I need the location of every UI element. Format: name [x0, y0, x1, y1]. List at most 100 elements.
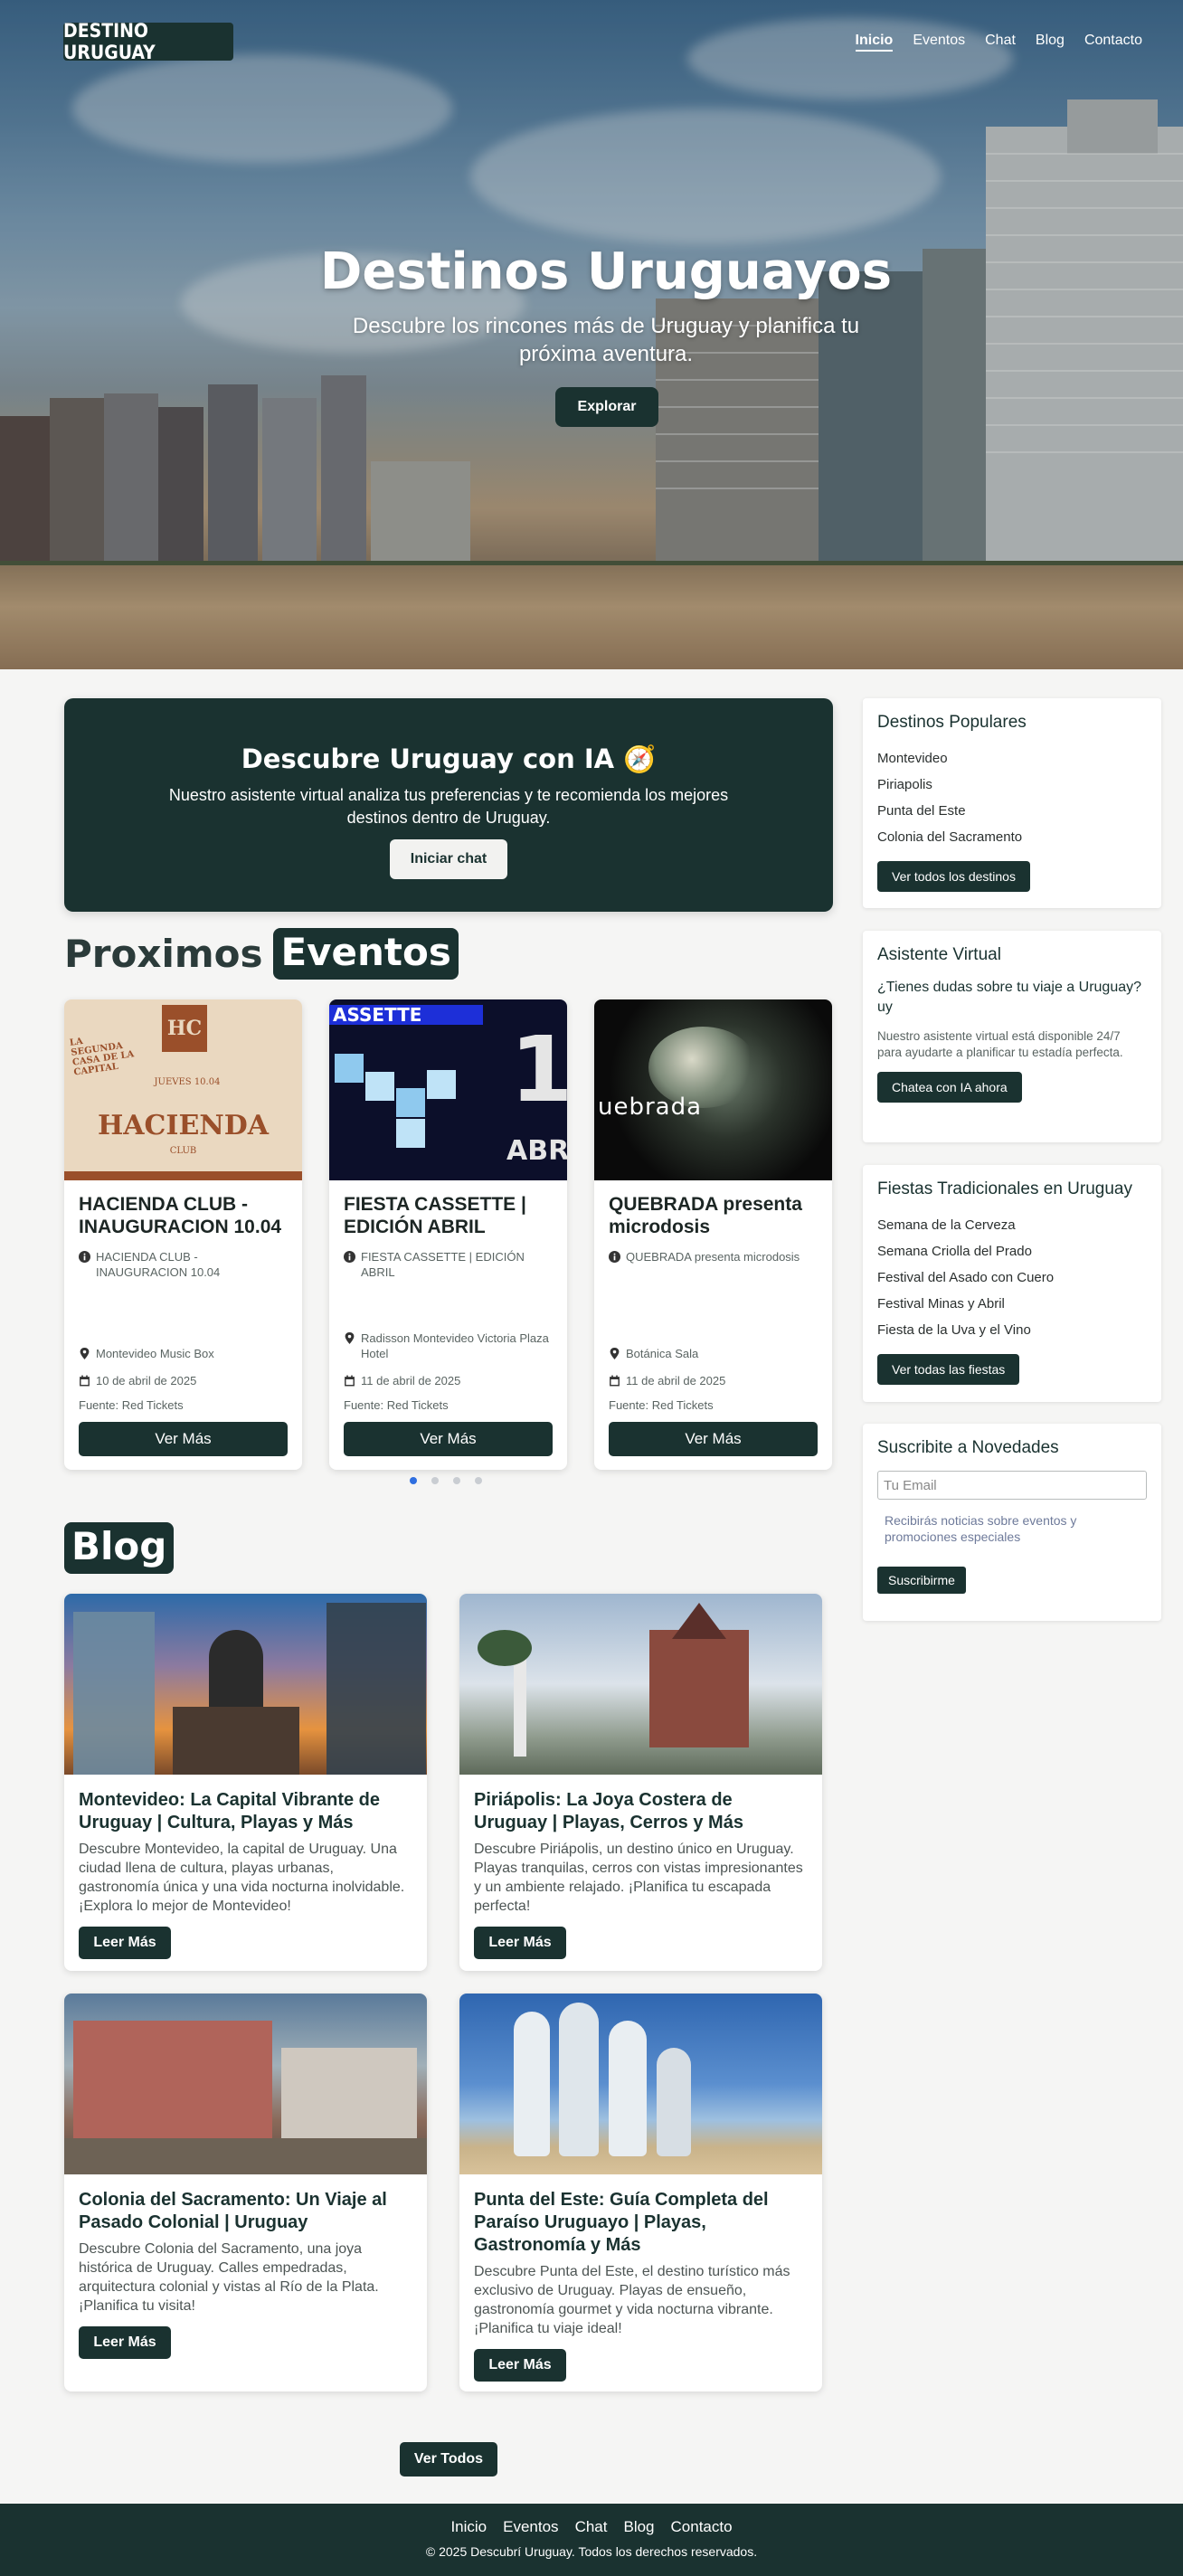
blog-card: Piriápolis: La Joya Costera de Uruguay |…	[459, 1594, 822, 1971]
widget-title: Destinos Populares	[877, 713, 1027, 732]
blog-image[interactable]	[64, 1594, 427, 1775]
event-venue-text: Montevideo Music Box	[96, 1347, 214, 1360]
blog-post-text: Descubre Montevideo, la capital de Urugu…	[79, 1842, 405, 1914]
hero-title: Destinos Uruguayos	[319, 242, 893, 301]
start-chat-button[interactable]: Iniciar chat	[390, 839, 507, 879]
footer-link-inicio[interactable]: Inicio	[450, 2518, 487, 2536]
chat-ai-button[interactable]: Chatea con IA ahora	[877, 1072, 1022, 1103]
event-image-title: ASSETTE	[329, 1005, 483, 1025]
blog-image[interactable]	[459, 1594, 822, 1775]
carousel-dot[interactable]	[410, 1477, 417, 1484]
subscribe-button[interactable]: Suscribirme	[877, 1567, 966, 1594]
event-description-text: FIESTA CASSETTE | EDICIÓN ABRIL	[361, 1250, 525, 1279]
event-image[interactable]: ASSETTE 11 ABR	[329, 999, 567, 1180]
event-more-button[interactable]: Ver Más	[609, 1422, 818, 1456]
carousel-dot[interactable]	[475, 1477, 482, 1484]
event-image-brand-sub: CLUB	[169, 1146, 197, 1156]
main-nav: Inicio Eventos Chat Blog Contacto	[855, 33, 1142, 52]
footer-link-chat[interactable]: Chat	[575, 2518, 608, 2536]
site-footer: Inicio Eventos Chat Blog Contacto © 2025…	[0, 2504, 1183, 2576]
blog-post-text: Descubre Piriápolis, un destino único en…	[474, 1842, 803, 1914]
event-venue-text: Radisson Montevideo Victoria Plaza Hotel	[361, 1331, 549, 1360]
events-heading: Proximos Eventos	[64, 928, 459, 980]
event-date-text: 11 de abril de 2025	[626, 1374, 726, 1387]
destination-item[interactable]: Piriapolis	[877, 772, 1147, 798]
destination-item[interactable]: Punta del Este	[877, 798, 1147, 824]
view-all-button[interactable]: Ver Todos	[400, 2442, 497, 2477]
footer-link-contacto[interactable]: Contacto	[671, 2518, 733, 2536]
event-source: Fuente: Red Tickets	[79, 1398, 184, 1412]
footer-link-eventos[interactable]: Eventos	[503, 2518, 558, 2536]
popular-destinations-widget: Destinos Populares Montevideo Piriapolis…	[863, 698, 1161, 908]
event-image-month: ABR	[506, 1135, 567, 1167]
festival-item[interactable]: Semana de la Cerveza	[877, 1212, 1147, 1238]
hero-subtitle: Descubre los rincones más de Uruguay y p…	[352, 314, 860, 366]
email-field[interactable]	[877, 1471, 1147, 1500]
footer-nav: Inicio Eventos Chat Blog Contacto	[0, 2518, 1183, 2536]
nav-chat[interactable]: Chat	[985, 33, 1016, 52]
carousel-dot[interactable]	[431, 1477, 439, 1484]
nav-inicio[interactable]: Inicio	[855, 33, 894, 52]
location-pin-icon	[610, 1348, 620, 1359]
blog-post-title[interactable]: Piriápolis: La Joya Costera de Uruguay |…	[459, 1775, 822, 1834]
festival-list: Semana de la Cerveza Semana Criolla del …	[877, 1212, 1147, 1343]
virtual-assistant-widget: Asistente Virtual ¿Tienes dudas sobre tu…	[863, 931, 1161, 1142]
destination-item[interactable]: Colonia del Sacramento	[877, 824, 1147, 850]
nav-contacto[interactable]: Contacto	[1084, 33, 1142, 52]
event-image-brand: uebrada	[598, 1094, 703, 1121]
event-venue: Radisson Montevideo Victoria Plaza Hotel	[344, 1331, 556, 1361]
event-description-text: QUEBRADA presenta microdosis	[626, 1250, 800, 1264]
hero-section: DESTINO URUGUAY Inicio Eventos Chat Blog…	[0, 0, 1183, 669]
event-description: FIESTA CASSETTE | EDICIÓN ABRIL	[344, 1249, 552, 1280]
carousel-dot[interactable]	[453, 1477, 460, 1484]
festival-item[interactable]: Festival Minas y Abril	[877, 1291, 1147, 1317]
event-date: 11 de abril de 2025	[344, 1373, 556, 1388]
nav-eventos[interactable]: Eventos	[913, 33, 965, 52]
all-destinations-button[interactable]: Ver todos los destinos	[877, 861, 1030, 892]
event-date-text: 11 de abril de 2025	[361, 1374, 461, 1387]
traditional-festivals-widget: Fiestas Tradicionales en Uruguay Semana …	[863, 1165, 1161, 1402]
blog-image[interactable]	[64, 1994, 427, 2174]
festival-item[interactable]: Semana Criolla del Prado	[877, 1238, 1147, 1264]
location-pin-icon	[80, 1348, 90, 1359]
event-description: HACIENDA CLUB - INAUGURACION 10.04	[79, 1249, 287, 1280]
event-image-brand: HACIENDA	[97, 1110, 270, 1141]
ai-banner: Descubre Uruguay con IA 🧭 Nuestro asiste…	[64, 698, 833, 912]
read-more-button[interactable]: Leer Más	[79, 2326, 171, 2359]
blog-image[interactable]	[459, 1994, 822, 2174]
event-date: 10 de abril de 2025	[79, 1373, 291, 1388]
footer-link-blog[interactable]: Blog	[623, 2518, 654, 2536]
info-icon	[609, 1251, 620, 1263]
assistant-question: ¿Tienes dudas sobre tu viaje a Uruguay? …	[877, 980, 1142, 1015]
all-festivals-button[interactable]: Ver todas las fiestas	[877, 1354, 1020, 1385]
blog-card: Punta del Este: Guía Completa del Paraís…	[459, 1994, 822, 2391]
event-image[interactable]: uebrada	[594, 999, 832, 1180]
event-more-button[interactable]: Ver Más	[344, 1422, 553, 1456]
destination-item[interactable]: Montevideo	[877, 745, 1147, 772]
event-more-button[interactable]: Ver Más	[79, 1422, 288, 1456]
newsletter-widget: Suscribite a Novedades Recibirás noticia…	[863, 1424, 1161, 1621]
blog-post-title[interactable]: Montevideo: La Capital Vibrante de Urugu…	[64, 1775, 427, 1834]
blog-post-text: Descubre Punta del Este, el destino turí…	[474, 2264, 790, 2336]
carousel-dots	[410, 1477, 482, 1484]
site-logo[interactable]: DESTINO URUGUAY	[63, 20, 233, 63]
blog-heading: Blog	[64, 1522, 175, 1574]
blog-post-title[interactable]: Punta del Este: Guía Completa del Paraís…	[459, 2174, 822, 2257]
festival-item[interactable]: Festival del Asado con Cuero	[877, 1264, 1147, 1291]
read-more-button[interactable]: Leer Más	[79, 1927, 171, 1959]
info-icon	[79, 1251, 90, 1263]
blog-post-title[interactable]: Colonia del Sacramento: Un Viaje al Pasa…	[64, 2174, 427, 2234]
events-heading-pill: Eventos	[273, 928, 459, 980]
read-more-button[interactable]: Leer Más	[474, 2349, 566, 2382]
read-more-button[interactable]: Leer Más	[474, 1927, 566, 1959]
explore-button[interactable]: Explorar	[555, 387, 658, 427]
event-image-day: 11	[510, 1017, 567, 1122]
ai-banner-text: Nuestro asistente virtual analiza tus pr…	[168, 786, 729, 827]
event-image-date: JUEVES 10.04	[154, 1077, 221, 1087]
event-image[interactable]: LA SEGUNDA CASA DE LA CAPITAL HC JUEVES …	[64, 999, 302, 1180]
event-description: QUEBRADA presenta microdosis	[609, 1249, 817, 1264]
widget-title: Suscribite a Novedades	[877, 1438, 1059, 1457]
nav-blog[interactable]: Blog	[1036, 33, 1065, 52]
event-image-monogram: HC	[162, 1005, 207, 1052]
festival-item[interactable]: Fiesta de la Uva y el Vino	[877, 1317, 1147, 1343]
